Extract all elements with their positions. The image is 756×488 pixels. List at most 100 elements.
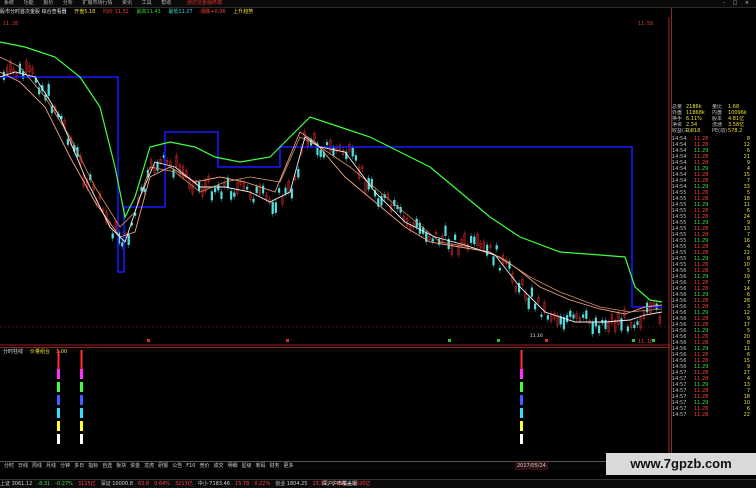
- chart-markers: [147, 339, 655, 342]
- indicator-subchart[interactable]: 分时柱线 价量组合 1.00: [0, 347, 670, 459]
- tab-item[interactable]: 指标: [86, 462, 100, 470]
- indicator-bar-segment: [57, 421, 60, 431]
- candle-body: [569, 310, 572, 317]
- app-brand: 通达信金融终端: [186, 0, 222, 6]
- quote-key-2: PE(动): [712, 128, 728, 134]
- status-item: 创业 1804.25: [275, 481, 308, 487]
- menu-item-tools[interactable]: 工具: [138, 0, 156, 7]
- window-controls[interactable]: - □ ×: [723, 0, 752, 7]
- indicator-bar-segment: [57, 408, 60, 418]
- tab-item[interactable]: 竞价: [197, 462, 211, 470]
- info-change: 涨跌+0.06: [200, 9, 226, 15]
- indicator-title: 股市分时首次金股 综合查看器: [0, 9, 67, 15]
- tab-item[interactable]: 龙虎: [142, 462, 156, 470]
- date-label: 2017/05/24: [515, 462, 548, 470]
- tab-item[interactable]: 更多: [282, 462, 296, 470]
- tab-item[interactable]: 分时: [2, 462, 16, 470]
- quote-summary: 总量 2186k 量比 1.68 外盘 11868k 内盘 10096k 换手 6.11% 股本 4.…: [672, 104, 756, 134]
- chart-grid: [0, 17, 670, 347]
- tab-item[interactable]: 月线: [44, 462, 58, 470]
- tab-item[interactable]: 周线: [30, 462, 44, 470]
- indicator-bar-segment: [80, 382, 83, 392]
- quote-value-2: 578.2: [728, 128, 743, 134]
- candle-body: [530, 287, 533, 297]
- indicator-bar-segment: [520, 421, 523, 431]
- price-chart[interactable]: 11.28 11.16 11.58 11.16: [0, 17, 670, 347]
- candle-body: [172, 169, 175, 178]
- tab-item[interactable]: 财务: [268, 462, 282, 470]
- candle-body: [121, 242, 124, 247]
- candle-body: [271, 202, 274, 215]
- indicator-bar-segment: [520, 395, 523, 405]
- candle-body: [66, 139, 69, 145]
- tick-volume: 22: [743, 412, 750, 418]
- candle-body: [626, 326, 629, 332]
- ma-green-line: [0, 41, 663, 303]
- status-item: 0.22%: [254, 481, 271, 487]
- axis-bottom-label: 11.16: [638, 339, 653, 345]
- indicator-bars: [57, 350, 523, 444]
- status-item: -0.27%: [55, 481, 73, 487]
- menu-item-analysis[interactable]: 分析: [59, 0, 77, 7]
- status-item: -8.31: [37, 481, 51, 487]
- candle-body: [274, 202, 277, 213]
- tab-item[interactable]: 分钟: [58, 462, 72, 470]
- tab-item[interactable]: 研报: [156, 462, 170, 470]
- candle-body: [252, 198, 255, 203]
- indicator-bar-segment: [520, 382, 523, 392]
- menu-item-extended[interactable]: 扩展市场行情: [78, 0, 116, 7]
- quote-panel: 总量 2186k 量比 1.68 外盘 11868k 内盘 10096k 换手 6.11% 股本 4.…: [671, 8, 756, 460]
- menu-item-info[interactable]: 资讯: [118, 0, 136, 7]
- axis-top-label: 11.58: [638, 21, 653, 27]
- tab-item[interactable]: 资金: [128, 462, 142, 470]
- status-item: 63.8: [137, 481, 150, 487]
- tab-item[interactable]: 筹码: [254, 462, 268, 470]
- menu-item-function[interactable]: 功能: [20, 0, 38, 7]
- tab-item[interactable]: F10: [184, 462, 197, 470]
- tab-item[interactable]: 公告: [170, 462, 184, 470]
- menu-item-help[interactable]: 帮助: [157, 0, 175, 7]
- candle-body: [527, 297, 530, 309]
- indicator-bar-segment: [57, 382, 60, 392]
- candle-body: [210, 191, 213, 201]
- candle-body: [585, 310, 588, 319]
- candle-body: [213, 188, 217, 193]
- ma-salmon-line: [0, 71, 663, 315]
- status-item: 中小 7183.46: [197, 481, 230, 487]
- indicator-bar-segment: [520, 434, 523, 444]
- quote-summary-row: 收益(三)0.818 PE(动)578.2: [672, 128, 756, 134]
- candle-body: [454, 234, 457, 240]
- candle-body: [262, 185, 265, 194]
- tab-item[interactable]: 明细: [225, 462, 239, 470]
- candle-body: [636, 321, 639, 326]
- status-item: 3125亿: [77, 481, 96, 487]
- menu-item-quote[interactable]: 报价: [39, 0, 57, 7]
- quote-key: 收益(三): [672, 128, 691, 134]
- candle-body: [591, 322, 594, 335]
- indicator-bar-top: [57, 350, 60, 369]
- menu-item-system[interactable]: 系统: [0, 0, 18, 7]
- price-label: 11.28: [3, 21, 18, 27]
- tick-list[interactable]: 14:54 11.28 8 14:54 11.28 12 14:54 11.29 6 14:54 1…: [672, 136, 756, 418]
- candle-body: [566, 315, 569, 322]
- watermark-logo: www.7gpzb.com: [606, 453, 756, 475]
- info-high: 最高11.43: [136, 9, 161, 15]
- candle-body: [431, 238, 434, 242]
- ma-tan-line: [0, 56, 663, 313]
- indicator-bar-segment: [520, 408, 523, 418]
- indicator-bar-segment: [80, 421, 83, 431]
- tab-item[interactable]: 自选: [100, 462, 114, 470]
- tab-item[interactable]: 多日: [72, 462, 86, 470]
- tab-item[interactable]: 板块: [114, 462, 128, 470]
- tab-item[interactable]: 星级: [240, 462, 254, 470]
- candle-body: [233, 192, 236, 197]
- tab-item[interactable]: 成交: [211, 462, 225, 470]
- candle-body: [633, 324, 636, 329]
- indicator-bar-segment: [57, 395, 60, 405]
- tab-item[interactable]: 日线: [16, 462, 30, 470]
- candle-body: [473, 236, 476, 245]
- status-item: 上证 3061.12: [0, 481, 33, 487]
- support-step-line: [0, 76, 662, 308]
- candle-body: [127, 234, 130, 245]
- candle-body: [47, 84, 50, 96]
